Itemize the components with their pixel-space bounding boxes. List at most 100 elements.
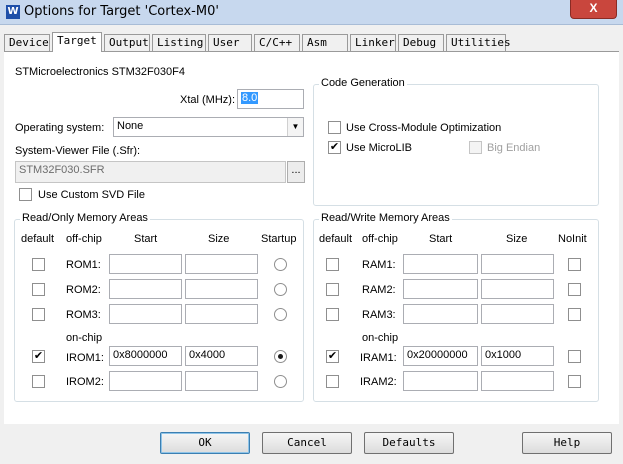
iram1-size-input[interactable]: 0x1000 bbox=[481, 346, 554, 366]
iram1-start-input[interactable]: 0x20000000 bbox=[403, 346, 478, 366]
ro-header-startup: Startup bbox=[261, 233, 297, 245]
cancel-button[interactable]: Cancel bbox=[262, 432, 352, 454]
tab-user[interactable]: User bbox=[208, 34, 252, 51]
rw-header-size: Size bbox=[506, 233, 528, 245]
rw-header-default: default bbox=[319, 233, 353, 245]
cross-module-checkbox[interactable] bbox=[328, 121, 341, 134]
ram3-noinit-checkbox[interactable] bbox=[568, 308, 581, 321]
rw-header-noinit: NoInit bbox=[558, 233, 587, 245]
ram1-noinit-checkbox[interactable] bbox=[568, 258, 581, 271]
ro-header-offchip: off-chip bbox=[66, 233, 102, 245]
ram1-size-input[interactable] bbox=[481, 254, 554, 274]
ram3-label: RAM3: bbox=[362, 309, 396, 321]
ok-button[interactable]: OK bbox=[160, 432, 250, 454]
irom2-startup-radio[interactable] bbox=[274, 375, 287, 388]
rom1-label: ROM1: bbox=[66, 259, 101, 271]
tab-c-cpp[interactable]: C/C++ bbox=[254, 34, 300, 51]
xtal-label: Xtal (MHz): bbox=[180, 94, 235, 106]
rom1-start-input[interactable] bbox=[109, 254, 182, 274]
irom2-start-input[interactable] bbox=[109, 371, 182, 391]
irom2-label: IROM2: bbox=[66, 376, 104, 388]
iram2-default-checkbox[interactable] bbox=[326, 375, 339, 388]
tab-output[interactable]: Output bbox=[104, 34, 150, 51]
irom1-start-input[interactable]: 0x8000000 bbox=[109, 346, 182, 366]
rom2-start-input[interactable] bbox=[109, 279, 182, 299]
ro-header-default: default bbox=[21, 233, 55, 245]
irom1-default-checkbox[interactable]: ✔ bbox=[32, 350, 45, 363]
tab-target[interactable]: Target bbox=[52, 32, 102, 52]
iram1-noinit-checkbox[interactable] bbox=[568, 350, 581, 363]
help-button[interactable]: Help bbox=[522, 432, 612, 454]
ram3-start-input[interactable] bbox=[403, 304, 478, 324]
ram3-size-input[interactable] bbox=[481, 304, 554, 324]
close-icon: X bbox=[589, 1, 598, 15]
iram1-label: IRAM1: bbox=[360, 352, 397, 364]
rw-header-offchip: off-chip bbox=[362, 233, 398, 245]
close-button[interactable]: X bbox=[570, 0, 617, 19]
irom1-size-input[interactable]: 0x4000 bbox=[185, 346, 258, 366]
ram2-default-checkbox[interactable] bbox=[326, 283, 339, 296]
tab-utilities[interactable]: Utilities bbox=[446, 34, 511, 51]
ro-header-start: Start bbox=[134, 233, 158, 245]
ro-onchip-label: on-chip bbox=[66, 332, 103, 344]
xtal-input[interactable]: 8.0 bbox=[237, 89, 304, 109]
svf-browse-button[interactable]: ... bbox=[287, 161, 305, 183]
tab-device[interactable]: Device bbox=[4, 34, 50, 51]
big-endian-checkbox bbox=[469, 141, 482, 154]
rom3-label: ROM3: bbox=[66, 309, 101, 321]
tab-asm[interactable]: Asm bbox=[302, 34, 348, 51]
window-title: Options for Target 'Cortex-M0' bbox=[24, 4, 219, 19]
ram2-label: RAM2: bbox=[362, 284, 396, 296]
rom3-default-checkbox[interactable] bbox=[32, 308, 45, 321]
check-icon: ✔ bbox=[33, 350, 44, 362]
rom2-size-input[interactable] bbox=[185, 279, 258, 299]
code-generation-title: Code Generation bbox=[319, 77, 407, 89]
rom1-default-checkbox[interactable] bbox=[32, 258, 45, 271]
ram2-noinit-checkbox[interactable] bbox=[568, 283, 581, 296]
rom2-default-checkbox[interactable] bbox=[32, 283, 45, 296]
rw-onchip-label: on-chip bbox=[362, 332, 399, 344]
tab-linker[interactable]: Linker bbox=[350, 34, 396, 51]
rom2-label: ROM2: bbox=[66, 284, 101, 296]
rom3-size-input[interactable] bbox=[185, 304, 258, 324]
ram2-size-input[interactable] bbox=[481, 279, 554, 299]
custom-svd-checkbox[interactable] bbox=[19, 188, 32, 201]
iram2-start-input[interactable] bbox=[403, 371, 478, 391]
rom1-startup-radio[interactable] bbox=[274, 258, 287, 271]
os-selected-value: None bbox=[117, 120, 144, 132]
cross-module-label: Use Cross-Module Optimization bbox=[346, 122, 502, 134]
irom2-default-checkbox[interactable] bbox=[32, 375, 45, 388]
check-icon: ✔ bbox=[329, 141, 340, 153]
rom3-start-input[interactable] bbox=[109, 304, 182, 324]
irom1-label: IROM1: bbox=[66, 352, 104, 364]
app-icon: W bbox=[6, 5, 20, 19]
ro-header-size: Size bbox=[208, 233, 230, 245]
rom3-startup-radio[interactable] bbox=[274, 308, 287, 321]
title-bar: W Options for Target 'Cortex-M0' X bbox=[0, 0, 623, 25]
iram1-default-checkbox[interactable]: ✔ bbox=[326, 350, 339, 363]
rw-header-start: Start bbox=[429, 233, 453, 245]
big-endian-label: Big Endian bbox=[487, 142, 541, 154]
ram1-start-input[interactable] bbox=[403, 254, 478, 274]
ram3-default-checkbox[interactable] bbox=[326, 308, 339, 321]
iram2-label: IRAM2: bbox=[360, 376, 397, 388]
os-label: Operating system: bbox=[15, 122, 105, 134]
os-select[interactable]: None ▼ bbox=[113, 117, 304, 137]
ram1-label: RAM1: bbox=[362, 259, 396, 271]
rom1-size-input[interactable] bbox=[185, 254, 258, 274]
microlib-checkbox[interactable]: ✔ bbox=[328, 141, 341, 154]
ram1-default-checkbox[interactable] bbox=[326, 258, 339, 271]
device-name: STMicroelectronics STM32F030F4 bbox=[15, 66, 185, 78]
iram2-noinit-checkbox[interactable] bbox=[568, 375, 581, 388]
rom2-startup-radio[interactable] bbox=[274, 283, 287, 296]
irom2-size-input[interactable] bbox=[185, 371, 258, 391]
tab-debug[interactable]: Debug bbox=[398, 34, 444, 51]
ro-memory-title: Read/Only Memory Areas bbox=[20, 212, 150, 224]
ram2-start-input[interactable] bbox=[403, 279, 478, 299]
defaults-button[interactable]: Defaults bbox=[364, 432, 454, 454]
iram2-size-input[interactable] bbox=[481, 371, 554, 391]
microlib-label: Use MicroLIB bbox=[346, 142, 413, 154]
check-icon: ✔ bbox=[327, 350, 338, 362]
irom1-startup-radio[interactable] bbox=[274, 350, 287, 363]
tab-listing[interactable]: Listing bbox=[152, 34, 206, 51]
